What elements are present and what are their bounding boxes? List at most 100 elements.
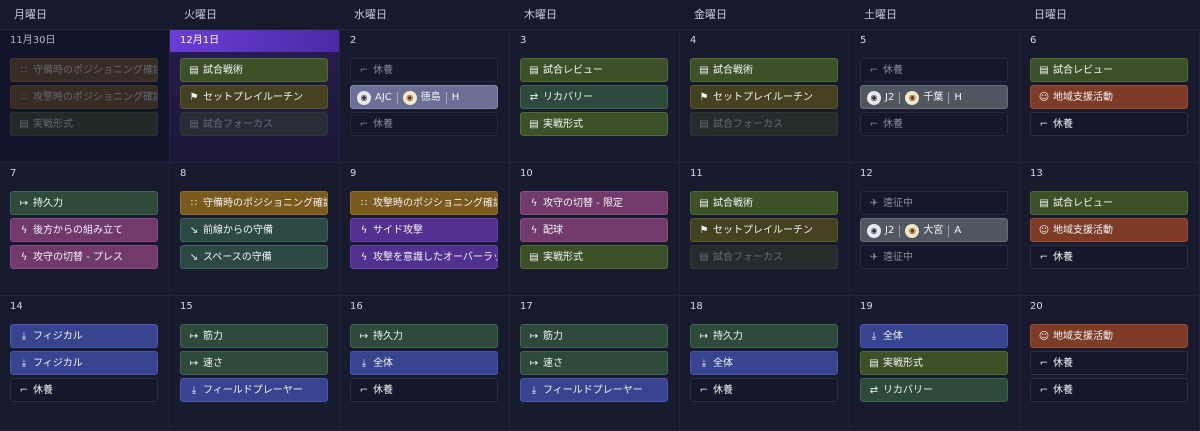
training-session[interactable]: ∷ 守備時のポジショニング確認 [180,191,328,215]
session-label: 休養 [373,385,393,396]
clipboard-icon: ▤ [19,119,29,130]
training-session[interactable]: ⌐ 休養 [350,112,498,136]
training-session[interactable]: ϟ 攻守の切替 - プレス [10,245,158,269]
training-session[interactable]: ⇄ リカバリー [520,85,668,109]
calendar-day-cell[interactable]: 11 ▤ 試合戦術 ⚑ セットプレイルーチン ▤ 試合フォーカス [680,163,850,296]
training-session[interactable]: ☺ 地域支援活動 [1030,324,1188,348]
training-session[interactable]: ∷ 攻撃時のポジショニング確認 [10,85,158,109]
training-session[interactable]: ▤ 試合レビュー [520,58,668,82]
training-session[interactable]: ⤓ フィールドプレーヤー [180,378,328,402]
training-session[interactable]: ⌐ 休養 [1030,112,1188,136]
training-session[interactable]: ⌐ 休養 [10,378,158,402]
calendar-day-cell[interactable]: 2 ⌐ 休養 ◉ AJC ◉ 徳島 H ⌐ 休養 [340,30,510,163]
training-session[interactable]: ✈ 遠征中 [860,191,1008,215]
calendar-day-cell[interactable]: 8 ∷ 守備時のポジショニング確認 ↘ 前線からの守備 ↘ スペースの守備 [170,163,340,296]
match-fixture[interactable]: ◉ J2 ◉ 千葉 H [860,85,1008,109]
training-session[interactable]: ↘ 前線からの守備 [180,218,328,242]
training-session[interactable]: ϟ 攻撃を意識したオーバーラップ [350,245,498,269]
calendar-day-cell[interactable]: 7 ↦ 持久力 ϟ 後方からの組み立て ϟ 攻守の切替 - プレス [0,163,170,296]
training-session[interactable]: ↦ 速さ [180,351,328,375]
training-session[interactable]: ϟ 後方からの組み立て [10,218,158,242]
training-session[interactable]: ▤ 試合戦術 [690,191,838,215]
match-fixture[interactable]: ◉ J2 ◉ 大宮 A [860,218,1008,242]
session-label: 試合戦術 [203,65,243,76]
calendar-day-cell[interactable]: 18 ↦ 持久力 ⤓ 全体 ⌐ 休養 [680,296,850,431]
day-date-label: 3 [520,35,527,46]
training-session[interactable]: ▤ 試合戦術 [180,58,328,82]
training-session[interactable]: ∷ 攻撃時のポジショニング確認 [350,191,498,215]
training-session[interactable]: ☺ 地域支援活動 [1030,218,1188,242]
calendar-day-cell[interactable]: 12 ✈ 遠征中 ◉ J2 ◉ 大宮 A ✈ 遠征中 [850,163,1020,296]
training-session[interactable]: ▤ 試合フォーカス [690,112,838,136]
calendar-day-cell[interactable]: 5 ⌐ 休養 ◉ J2 ◉ 千葉 H ⌐ 休養 [850,30,1020,163]
training-session[interactable]: ↦ 筋力 [520,324,668,348]
training-session[interactable]: ⌐ 休養 [1030,351,1188,375]
calendar-day-cell[interactable]: 12月1日 ▤ 試合戦術 ⚑ セットプレイルーチン ▤ 試合フォーカス [170,30,340,163]
training-session[interactable]: ⌐ 休養 [690,378,838,402]
calendar-day-cell[interactable]: 10 ϟ 攻守の切替 - 限定 ϟ 配球 ▤ 実戦形式 [510,163,680,296]
training-session[interactable]: ⌐ 休養 [350,58,498,82]
training-session[interactable]: ⚑ セットプレイルーチン [690,85,838,109]
session-label: 全体 [883,331,903,342]
training-session[interactable]: ▤ 試合戦術 [690,58,838,82]
training-session[interactable]: ⚑ セットプレイルーチン [180,85,328,109]
training-session[interactable]: ▤ 実戦形式 [10,112,158,136]
training-session[interactable]: ↦ 速さ [520,351,668,375]
match-fixture[interactable]: ◉ AJC ◉ 徳島 H [350,85,498,109]
training-session[interactable]: ⤓ 全体 [690,351,838,375]
training-session[interactable]: ϟ 配球 [520,218,668,242]
training-session[interactable]: ϟ 攻守の切替 - 限定 [520,191,668,215]
session-label: 休養 [373,65,393,76]
positioning-icon: ∷ [20,92,28,103]
training-session[interactable]: ⌐ 休養 [860,58,1008,82]
training-session[interactable]: ⌐ 休養 [1030,378,1188,402]
download-icon: ⤓ [361,358,367,369]
training-session[interactable]: ⇄ リカバリー [860,378,1008,402]
training-session[interactable]: ↦ 筋力 [180,324,328,348]
training-session[interactable]: ⤓ 全体 [350,351,498,375]
session-label: 休養 [33,385,53,396]
calendar-day-cell[interactable]: 4 ▤ 試合戦術 ⚑ セットプレイルーチン ▤ 試合フォーカス [680,30,850,163]
training-session[interactable]: ⤓ フィジカル [10,324,158,348]
session-label: 試合レビュー [1053,198,1113,209]
training-session[interactable]: ⌐ 休養 [350,378,498,402]
calendar-day-cell[interactable]: 6 ▤ 試合レビュー ☺ 地域支援活動 ⌐ 休養 [1020,30,1200,163]
training-session[interactable]: ▤ 試合フォーカス [690,245,838,269]
clipboard-icon: ▤ [699,198,709,209]
training-session[interactable]: ▤ 実戦形式 [520,112,668,136]
day-date-label: 2 [350,35,357,46]
training-session[interactable]: ⤓ 全体 [860,324,1008,348]
lightning-icon: ϟ [530,198,538,209]
training-session[interactable]: ⌐ 休養 [860,112,1008,136]
training-session[interactable]: ▤ 試合フォーカス [180,112,328,136]
training-session[interactable]: ϟ サイド攻撃 [350,218,498,242]
training-session[interactable]: ⚑ セットプレイルーチン [690,218,838,242]
calendar-day-cell[interactable]: 20 ☺ 地域支援活動 ⌐ 休養 ⌐ 休養 [1020,296,1200,431]
training-session[interactable]: ↦ 持久力 [10,191,158,215]
training-session[interactable]: ▤ 実戦形式 [860,351,1008,375]
calendar-day-cell[interactable]: 17 ↦ 筋力 ↦ 速さ ⤓ フィールドプレーヤー [510,296,680,431]
training-session[interactable]: ↦ 持久力 [690,324,838,348]
training-session[interactable]: ⤓ フィールドプレーヤー [520,378,668,402]
calendar-day-cell[interactable]: 14 ⤓ フィジカル ⤓ フィジカル ⌐ 休養 [0,296,170,431]
session-label: 攻撃を意識したオーバーラップ [373,252,497,263]
clipboard-icon: ▤ [869,358,879,369]
training-session[interactable]: ✈ 遠征中 [860,245,1008,269]
training-session[interactable]: ☺ 地域支援活動 [1030,85,1188,109]
clipboard-icon: ▤ [529,252,539,263]
training-session[interactable]: ⤓ フィジカル [10,351,158,375]
calendar-day-cell[interactable]: 3 ▤ 試合レビュー ⇄ リカバリー ▤ 実戦形式 [510,30,680,163]
training-session[interactable]: ↘ スペースの守備 [180,245,328,269]
training-session[interactable]: ↦ 持久力 [350,324,498,348]
calendar-day-cell[interactable]: 13 ▤ 試合レビュー ☺ 地域支援活動 ⌐ 休養 [1020,163,1200,296]
training-session[interactable]: ∷ 守備時のポジショニング確認 [10,58,158,82]
calendar-day-cell[interactable]: 9 ∷ 攻撃時のポジショニング確認 ϟ サイド攻撃 ϟ 攻撃を意識したオーバーラップ [340,163,510,296]
calendar-day-cell[interactable]: 16 ↦ 持久力 ⤓ 全体 ⌐ 休養 [340,296,510,431]
calendar-day-cell[interactable]: 19 ⤓ 全体 ▤ 実戦形式 ⇄ リカバリー [850,296,1020,431]
calendar-day-cell[interactable]: 15 ↦ 筋力 ↦ 速さ ⤓ フィールドプレーヤー [170,296,340,431]
training-session[interactable]: ▤ 試合レビュー [1030,191,1188,215]
training-session[interactable]: ⌐ 休養 [1030,245,1188,269]
training-session[interactable]: ▤ 試合レビュー [1030,58,1188,82]
training-session[interactable]: ▤ 実戦形式 [520,245,668,269]
calendar-day-cell[interactable]: 11月30日 ∷ 守備時のポジショニング確認 ∷ 攻撃時のポジショニング確認 ▤ 実戦形式 [0,30,170,163]
